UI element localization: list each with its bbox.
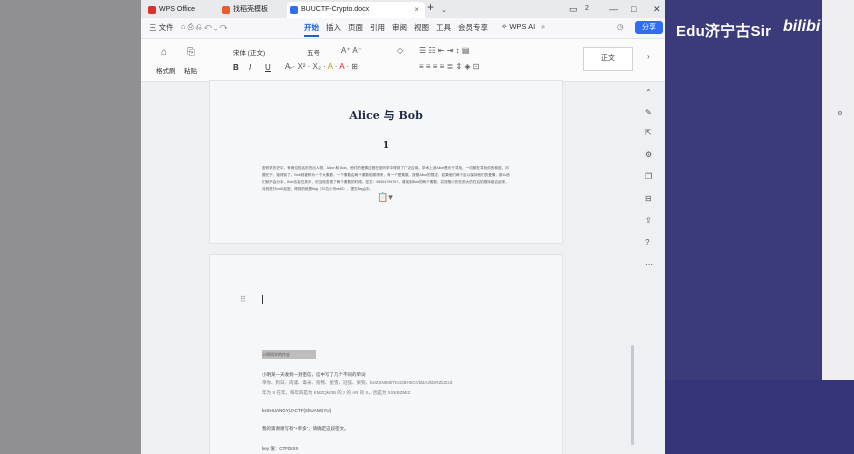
vertical-scrollbar[interactable] [631,345,634,445]
format-painter-button[interactable]: 格式刷 [156,65,176,75]
menu-member[interactable]: 会员专享 [458,22,488,33]
body-paragraph[interactable]: 密码学历史中，有两位知名的杰出人物，Alice 和 Bob。他们的爱情过程在密码… [262,165,512,193]
wps-logo-icon [148,6,156,14]
body-line[interactable]: 单你、狗日、肉浦、毒米、狗熊、星雪、冠弦、呆狗，kxtZSNtMbTKcDBH5… [262,379,452,386]
bold-button[interactable]: B [233,63,239,72]
bilibili-logo: bilibi [783,18,821,35]
tab-list-icon[interactable]: ⌄ [441,5,447,17]
quick-access-icons[interactable]: ⌂ ⎙ ⎌ ↶ ⌄ ↷ [181,22,228,32]
menu-wps-ai[interactable]: ✧ WPS AI [501,22,535,31]
highlighted-text[interactable]: 小明同学的作业 [262,350,316,359]
italic-button[interactable]: I [249,63,251,72]
notification-badge[interactable]: 2 [585,3,589,15]
navigation-icon[interactable]: ⊟ [645,194,652,203]
watermark-text: Edu济宁古Sir [676,23,772,40]
window-icon[interactable]: ▭ [569,3,578,15]
page-1: Alice 与 Bob 1 密码学历史中，有两位知名的杰出人物，Alice 和 … [209,80,563,244]
text-effects-icons[interactable]: A̶ · X² · X₂ · A · A · ⊞ [285,62,358,71]
menu-home[interactable]: 开始 [304,22,319,37]
template-icon [222,6,230,14]
body-line[interactable]: 我的第谢谢写有“+单多”，请确定这段密文。 [262,425,349,432]
clear-format-icon[interactable]: ◇ [397,46,403,55]
menubar: 三 文件 ⌂ ⎙ ⎌ ↶ ⌄ ↷ 开始 插入 页面 引用 审阅 视图 工具 会员… [141,18,665,39]
document-title[interactable]: Alice 与 Bob [210,107,562,123]
font-name-select[interactable]: 宋体 (正文) [233,47,295,57]
ribbon-scroll-icon[interactable]: › [647,52,650,61]
list-icons[interactable]: ☰ ☷ ⇤ ⇥ ↕ ▤ [419,46,469,55]
document-area: Alice 与 Bob 1 密码学历史中，有两位知名的杰出人物，Alice 和 … [141,80,665,454]
ribbon-home: ⌂ 格式刷 ⎘ 粘贴 宋体 (正文) 五号 A⁺ A⁻ ◇ B I U A̶ ·… [141,39,665,82]
section-number[interactable]: 1 [210,141,562,151]
tab-wps-office[interactable]: WPS Office [145,2,219,18]
titlebar: WPS Office 找稻壳模板 BUUCTF-Crypto.docx × + … [141,0,665,18]
minimize-button[interactable]: — [609,3,618,15]
font-size-select[interactable]: 五号 [307,47,320,57]
share-icon[interactable]: ⇪ [645,216,652,225]
menu-tools[interactable]: 工具 [436,22,451,33]
tab-document[interactable]: BUUCTF-Crypto.docx × [287,2,425,18]
tab-templates[interactable]: 找稻壳模板 [219,2,293,18]
menu-view[interactable]: 视图 [414,22,429,33]
settings-icon[interactable]: ⚙ [645,150,652,159]
style-normal[interactable]: 正文 [583,47,633,71]
share-button[interactable]: 分享 [635,21,663,34]
side-panel [822,0,854,380]
search-icon[interactable]: ⌕ [541,22,545,32]
edit-icon[interactable]: ✎ [645,108,652,117]
paste-options-icon[interactable]: 📋▾ [377,192,393,203]
body-line[interactable]: key 值：CTFDIXX [262,445,299,452]
underline-button[interactable]: U [265,63,271,72]
history-icon[interactable]: ◷ [617,22,624,31]
close-button[interactable]: ✕ [653,3,661,15]
format-painter-icon[interactable]: ⌂ [161,47,167,58]
align-icons[interactable]: ≡ ≡ ≡ ≡ ≣ ⇕ ◈ ⊡ [419,62,480,71]
drag-handle-icon[interactable]: ⠿ [240,295,246,304]
paste-icon[interactable]: ⎘ [187,47,195,58]
body-line[interactable]: 年为 X 在年，每年四是为 KMZQkr0B 的 z 的 AR 的 S，因是为 … [262,389,410,396]
menu-page[interactable]: 页面 [348,22,363,33]
style-icon[interactable]: ❐ [645,172,652,181]
desktop-left [0,0,141,454]
maximize-button[interactable]: □ [631,3,636,15]
page-2: ⠿ 小明同学的作业 小明某一天收到一封密信，信中写了几个不同的单词 单你、狗日、… [209,254,563,454]
body-line[interactable]: 小明某一天收到一封密信，信中写了几个不同的单词 [262,371,366,378]
new-tab-button[interactable]: + [427,1,434,13]
body-line[interactable]: kxSHUANGYU>CTF{ShUANGYU} [262,407,331,414]
collapse-icon[interactable]: ⌃ [645,88,652,97]
ai-icon: ✧ [501,22,508,31]
menu-references[interactable]: 引用 [370,22,385,33]
help-icon[interactable]: ? [645,238,649,247]
side-panel-icon[interactable]: ⚙ [830,110,850,117]
tab-close-icon[interactable]: × [414,2,419,18]
font-grow-icon[interactable]: A⁺ A⁻ [341,46,362,55]
text-cursor [262,295,263,304]
menu-insert[interactable]: 插入 [326,22,341,33]
select-icon[interactable]: ⇱ [645,128,652,137]
wps-window: WPS Office 找稻壳模板 BUUCTF-Crypto.docx × + … [141,0,665,454]
menu-file[interactable]: 三 文件 [149,22,174,33]
paste-button[interactable]: 粘贴 [184,65,197,75]
menu-review[interactable]: 审阅 [392,22,407,33]
more-icon[interactable]: ⋯ [645,260,653,269]
doc-icon [290,6,298,14]
